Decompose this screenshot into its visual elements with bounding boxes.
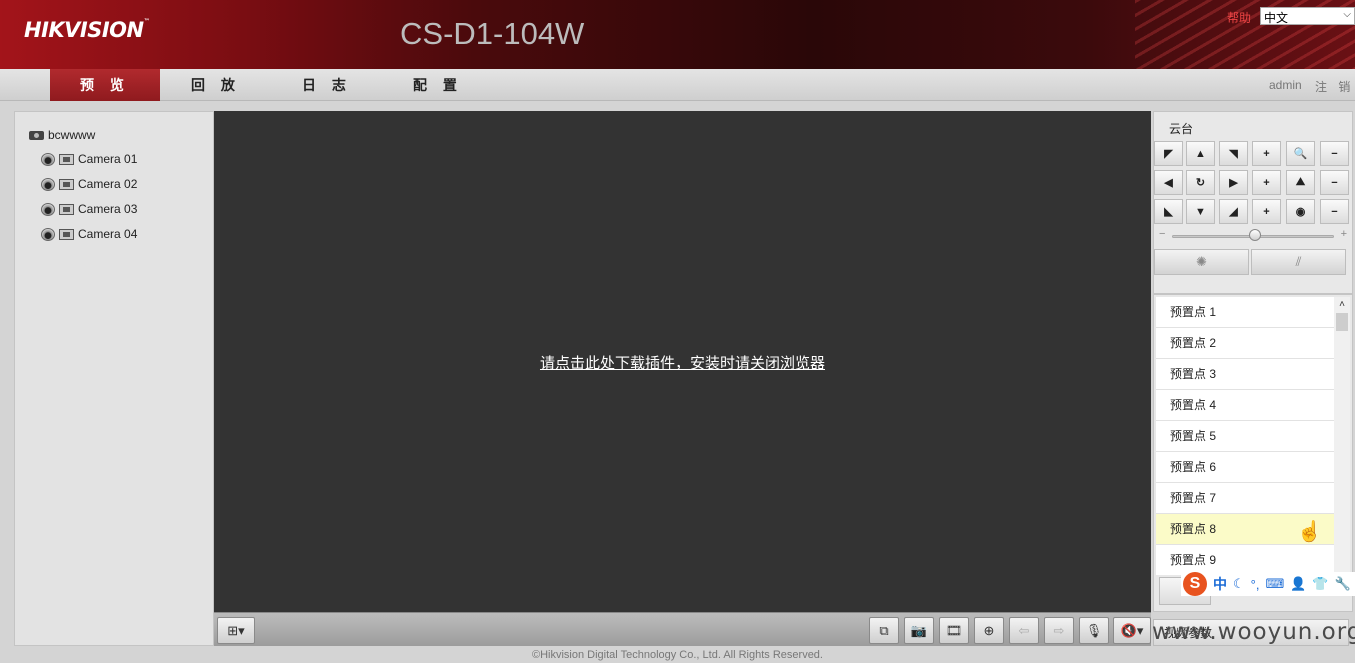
ime-toolbar[interactable]: S 中 ☾ °, ⌨ 👤 👕 🔧 bbox=[1181, 572, 1355, 596]
pan-down-right-icon[interactable]: ◢ bbox=[1219, 199, 1248, 224]
tab-log[interactable]: 日 志 bbox=[272, 69, 382, 101]
scroll-up-icon[interactable]: ˄ bbox=[1334, 297, 1350, 313]
brand-logo: HIKVISION™ bbox=[24, 18, 150, 42]
auto-pan-icon[interactable]: ↻ bbox=[1186, 170, 1215, 195]
focus-far-button[interactable]: − bbox=[1320, 170, 1349, 195]
device-name: bcwwww bbox=[48, 128, 96, 142]
record-icon[interactable]: 🎞 bbox=[939, 617, 969, 644]
pan-left-icon[interactable]: ◀ bbox=[1154, 170, 1183, 195]
record-status-icon bbox=[59, 203, 74, 215]
help-link[interactable]: 帮助 bbox=[1227, 9, 1251, 26]
ptz-panel: 云台 ◤ ▲ ◥ + 🔍 − ◀ ↻ ▶ + ⛰ − ◣ ▼ ◢ + ◉ − −… bbox=[1153, 111, 1353, 294]
username: admin bbox=[1269, 78, 1302, 92]
main-nav: 预 览 回 放 日 志 配 置 admin 注 销 bbox=[0, 69, 1355, 101]
ime-mode[interactable]: 中 bbox=[1213, 574, 1227, 594]
pan-up-left-icon[interactable]: ◤ bbox=[1154, 141, 1183, 166]
header-banner: HIKVISION™ CS-D1-104W 帮助 中文 ⌵ bbox=[0, 0, 1355, 69]
slider-max-icon: + bbox=[1340, 228, 1347, 240]
focus-icon[interactable]: ⛰ bbox=[1286, 170, 1315, 195]
camera-icon bbox=[41, 177, 55, 191]
iris-icon[interactable]: ◉ bbox=[1286, 199, 1315, 224]
preset-item[interactable]: 预置点 5 bbox=[1156, 421, 1334, 452]
ptz-speed-slider[interactable]: − + bbox=[1156, 228, 1350, 243]
scroll-thumb[interactable] bbox=[1336, 313, 1348, 331]
stop-all-icon[interactable]: ⧉ bbox=[869, 617, 899, 644]
preset-item[interactable]: 预置点 1 bbox=[1156, 297, 1334, 328]
skin-icon[interactable]: 👕 bbox=[1312, 576, 1328, 592]
chevron-down-icon: ⌵ bbox=[1343, 9, 1351, 20]
camera-item[interactable]: Camera 02 bbox=[41, 177, 137, 191]
microphone-icon[interactable]: 🎙 bbox=[1079, 617, 1109, 644]
preset-item[interactable]: 预置点 9 bbox=[1156, 545, 1334, 575]
preset-panel: 预置点 1 预置点 2 预置点 3 预置点 4 预置点 5 预置点 6 预置点 … bbox=[1153, 294, 1353, 612]
language-select[interactable]: 中文 ⌵ bbox=[1260, 7, 1355, 25]
hand-cursor-icon: ☝ bbox=[1297, 521, 1322, 543]
user-icon[interactable]: 👤 bbox=[1290, 576, 1306, 592]
preset-item[interactable]: 预置点 3 bbox=[1156, 359, 1334, 390]
pan-down-left-icon[interactable]: ◣ bbox=[1154, 199, 1183, 224]
iris-open-button[interactable]: + bbox=[1252, 199, 1281, 224]
zoom-out-button[interactable]: − bbox=[1320, 141, 1349, 166]
download-plugin-link[interactable]: 请点击此处下载插件，安装时请关闭浏览器 bbox=[214, 352, 1151, 373]
device-tree-panel: bcwwww Camera 01 Camera 02 Camera 03 Cam… bbox=[14, 111, 214, 646]
camera-label: Camera 02 bbox=[78, 177, 138, 191]
sogou-logo-icon: S bbox=[1183, 572, 1207, 596]
pan-up-icon[interactable]: ▲ bbox=[1186, 141, 1215, 166]
camera-label: Camera 01 bbox=[78, 152, 138, 166]
watermark: www.wooyun.org bbox=[1152, 619, 1355, 645]
camera-item[interactable]: Camera 01 bbox=[41, 152, 137, 166]
record-status-icon bbox=[59, 178, 74, 190]
moon-icon[interactable]: ☾ bbox=[1233, 576, 1245, 592]
tab-preview[interactable]: 预 览 bbox=[50, 69, 160, 101]
copyright: ©Hikvision Digital Technology Co., Ltd. … bbox=[532, 649, 823, 661]
wiper-icon[interactable]: ⫽ bbox=[1251, 249, 1346, 275]
camera-item[interactable]: Camera 03 bbox=[41, 202, 137, 216]
preset-item[interactable]: 预置点 2 bbox=[1156, 328, 1334, 359]
zoom-icon[interactable]: 🔍 bbox=[1286, 141, 1315, 166]
pan-down-icon[interactable]: ▼ bbox=[1186, 199, 1215, 224]
camera-label: Camera 04 bbox=[78, 227, 138, 241]
preset-item[interactable]: 预置点 7 bbox=[1156, 483, 1334, 514]
prev-icon[interactable]: ⇦ bbox=[1009, 617, 1039, 644]
camera-icon bbox=[41, 227, 55, 241]
ptz-title: 云台 bbox=[1169, 122, 1194, 136]
tree-root-device[interactable]: bcwwww bbox=[29, 128, 95, 142]
punctuation-icon[interactable]: °, bbox=[1251, 577, 1260, 592]
preset-scrollbar[interactable]: ˄ bbox=[1334, 297, 1350, 575]
zoom-in-button[interactable]: + bbox=[1252, 141, 1281, 166]
camera-item[interactable]: Camera 04 bbox=[41, 227, 137, 241]
digital-zoom-icon[interactable]: ⊕ bbox=[974, 617, 1004, 644]
slider-thumb[interactable] bbox=[1249, 229, 1261, 241]
wrench-icon[interactable]: 🔧 bbox=[1335, 576, 1351, 592]
record-status-icon bbox=[59, 228, 74, 240]
capture-icon[interactable]: 📷 bbox=[904, 617, 934, 644]
mute-icon[interactable]: 🔇▾ bbox=[1113, 617, 1151, 644]
camera-icon bbox=[41, 152, 55, 166]
video-viewport[interactable]: 请点击此处下载插件，安装时请关闭浏览器 bbox=[214, 111, 1151, 612]
preset-item[interactable]: 预置点 6 bbox=[1156, 452, 1334, 483]
dvr-device-icon bbox=[29, 130, 44, 140]
camera-icon bbox=[41, 202, 55, 216]
logout-link[interactable]: 注 销 bbox=[1315, 78, 1354, 95]
pan-up-right-icon[interactable]: ◥ bbox=[1219, 141, 1248, 166]
tab-config[interactable]: 配 置 bbox=[383, 69, 493, 101]
light-icon[interactable]: ✺ bbox=[1154, 249, 1249, 275]
record-status-icon bbox=[59, 153, 74, 165]
tab-playback[interactable]: 回 放 bbox=[161, 69, 271, 101]
preset-item[interactable]: 预置点 4 bbox=[1156, 390, 1334, 421]
layout-icon[interactable]: ⊞▾ bbox=[217, 617, 255, 644]
slider-min-icon: − bbox=[1159, 228, 1166, 240]
next-icon[interactable]: ⇨ bbox=[1044, 617, 1074, 644]
preview-toolbar: ⊞▾ ⧉ 📷 🎞 ⊕ ⇦ ⇨ 🎙 🔇▾ bbox=[214, 612, 1151, 646]
pan-right-icon[interactable]: ▶ bbox=[1219, 170, 1248, 195]
camera-label: Camera 03 bbox=[78, 202, 138, 216]
keyboard-icon[interactable]: ⌨ bbox=[1265, 576, 1284, 592]
device-model: CS-D1-104W bbox=[400, 16, 585, 51]
focus-near-button[interactable]: + bbox=[1252, 170, 1281, 195]
iris-close-button[interactable]: − bbox=[1320, 199, 1349, 224]
